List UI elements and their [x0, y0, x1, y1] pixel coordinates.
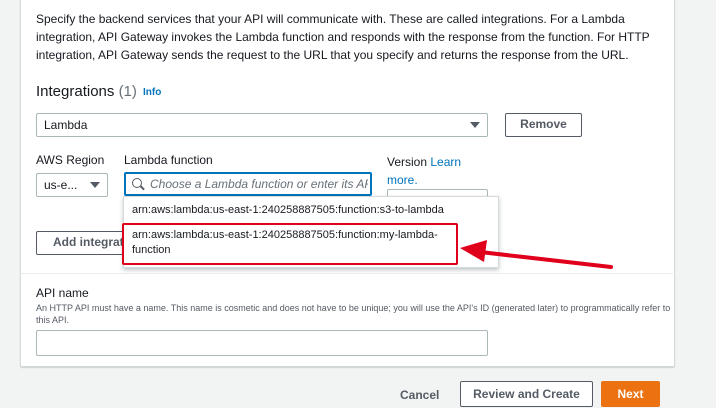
search-icon — [132, 178, 142, 188]
aws-region-select[interactable]: us-e... — [36, 173, 108, 197]
api-name-label: API name — [36, 286, 89, 300]
remove-button[interactable]: Remove — [505, 113, 582, 137]
lambda-function-input[interactable] — [150, 176, 368, 192]
dropdown-option[interactable]: arn:aws:lambda:us-east-1:240258887505:fu… — [132, 203, 444, 218]
highlight-box — [122, 223, 458, 265]
panel-description: Specify the backend services that your A… — [36, 12, 650, 62]
chevron-down-icon — [90, 182, 100, 188]
version-label-group: Version Learn more. — [387, 153, 467, 189]
integrations-heading: Integrations (1) — [36, 83, 137, 101]
section-divider — [21, 273, 673, 274]
integrations-title: Integrations — [36, 83, 115, 100]
next-button[interactable]: Next — [601, 381, 660, 407]
version-label: Version — [387, 155, 428, 169]
aws-region-label: AWS Region — [36, 153, 105, 167]
review-and-create-button[interactable]: Review and Create — [460, 381, 593, 407]
integration-type-select[interactable]: Lambda — [36, 113, 488, 137]
chevron-down-icon — [470, 122, 480, 128]
integration-type-value: Lambda — [44, 118, 88, 132]
lambda-function-label: Lambda function — [124, 153, 213, 167]
aws-region-value: us-e... — [44, 178, 78, 192]
api-name-help: An HTTP API must have a name. This name … — [36, 303, 671, 325]
add-integration-button[interactable]: Add integrat — [36, 231, 136, 255]
cancel-button[interactable]: Cancel — [400, 388, 439, 402]
integrations-count: (1) — [118, 83, 137, 100]
info-link[interactable]: Info — [143, 87, 161, 98]
lambda-function-search[interactable] — [124, 172, 372, 196]
api-name-input[interactable] — [36, 330, 488, 356]
